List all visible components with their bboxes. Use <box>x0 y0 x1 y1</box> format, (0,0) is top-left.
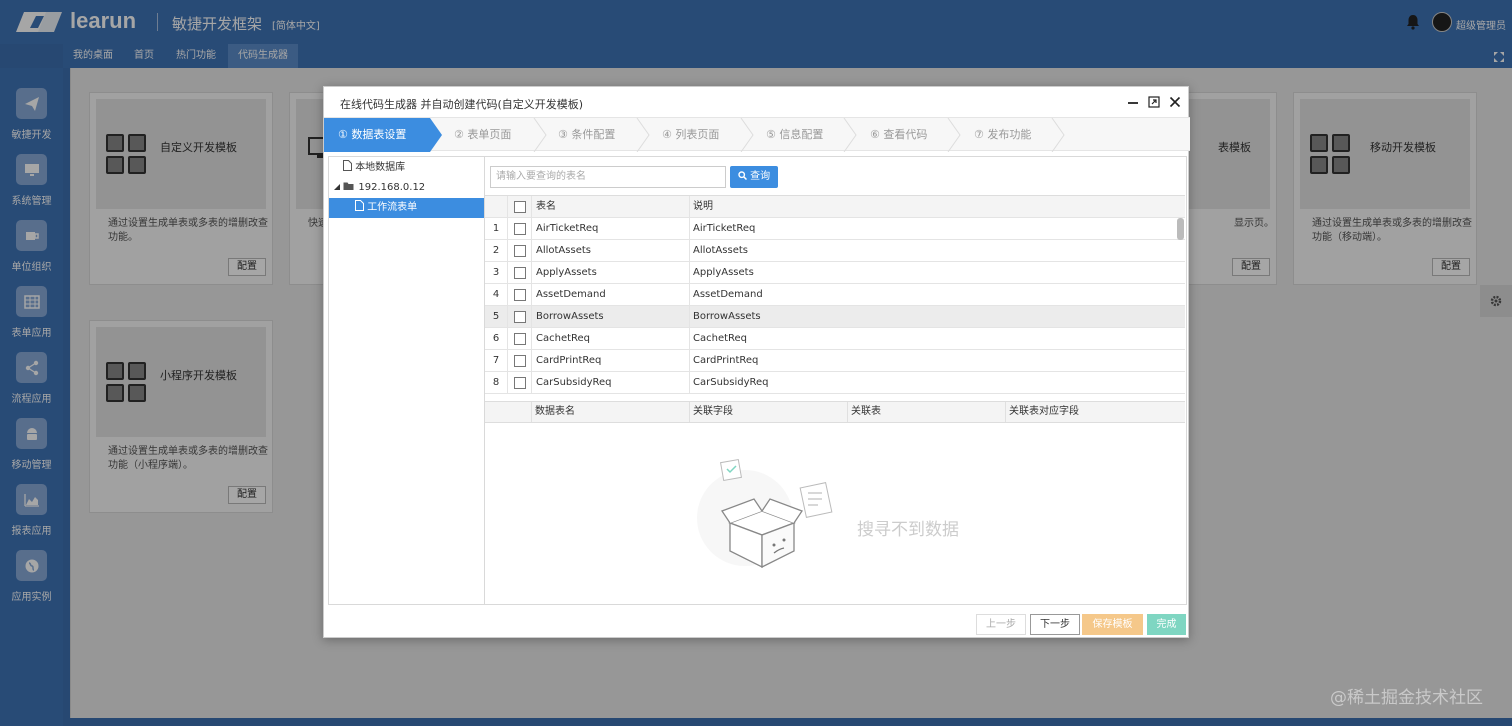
maximize-icon[interactable] <box>1148 96 1160 108</box>
step-info-config[interactable]: ⑤ 信息配置 <box>766 118 823 152</box>
table-grid: 表名 说明 1 AirTicketReq AirTicketReq 2 Allot… <box>485 195 1185 401</box>
select-all-checkbox[interactable] <box>514 201 526 213</box>
table-row[interactable]: 7 CardPrintReq CardPrintReq <box>485 350 1185 372</box>
search-icon <box>738 171 747 181</box>
minimize-icon[interactable] <box>1127 96 1139 108</box>
tree-node-workflow-forms[interactable]: 工作流表单 <box>329 198 484 218</box>
step-form-page[interactable]: ② 表单页面 <box>454 118 511 152</box>
table-row[interactable]: 6 CachetReq CachetReq <box>485 328 1185 350</box>
step-publish[interactable]: ⑦ 发布功能 <box>974 118 1031 152</box>
table-row[interactable]: 2 AllotAssets AllotAssets <box>485 240 1185 262</box>
empty-box-illustration-icon <box>697 458 833 569</box>
search-input[interactable]: 请输入要查询的表名 <box>490 166 726 188</box>
save-template-button[interactable]: 保存模板 <box>1082 614 1143 635</box>
tree-node-local-db[interactable]: 本地数据库 <box>329 158 484 178</box>
file-icon <box>355 200 364 211</box>
row-checkbox[interactable] <box>514 245 526 257</box>
row-checkbox[interactable] <box>514 289 526 301</box>
step-table-settings[interactable]: ① 数据表设置 <box>338 118 406 152</box>
scrollbar[interactable] <box>1177 218 1184 240</box>
caret-down-icon[interactable] <box>334 184 340 190</box>
column-header[interactable]: 关联表 <box>847 402 1005 422</box>
table-row[interactable]: 3 ApplyAssets ApplyAssets <box>485 262 1185 284</box>
close-icon[interactable] <box>1169 96 1181 108</box>
file-icon <box>343 160 352 171</box>
step-view-code[interactable]: ⑥ 查看代码 <box>870 118 927 152</box>
step-list-page[interactable]: ④ 列表页面 <box>662 118 719 152</box>
grid-header: 表名 说明 <box>485 196 1185 218</box>
column-header[interactable]: 表名 <box>531 196 689 218</box>
folder-open-icon <box>343 182 354 190</box>
empty-state-text: 搜寻不到数据 <box>857 520 959 540</box>
database-tree: 本地数据库 192.168.0.12 工作流表单 <box>328 156 485 605</box>
search-button[interactable]: 查询 <box>730 166 778 188</box>
column-header[interactable]: 说明 <box>689 196 1185 218</box>
row-checkbox[interactable] <box>514 377 526 389</box>
row-checkbox[interactable] <box>514 267 526 279</box>
row-checkbox[interactable] <box>514 333 526 345</box>
table-row[interactable]: 5 BorrowAssets BorrowAssets <box>485 306 1185 328</box>
row-checkbox[interactable] <box>514 223 526 235</box>
step-condition-config[interactable]: ③ 条件配置 <box>558 118 615 152</box>
wizard-steps: ① 数据表设置 ② 表单页面 ③ 条件配置 ④ 列表页面 ⑤ 信息配置 ⑥ 查看… <box>324 117 1190 152</box>
tree-node-server[interactable]: 192.168.0.12 <box>329 178 484 198</box>
next-step-button[interactable]: 下一步 <box>1030 614 1080 635</box>
table-row[interactable]: 8 CarSubsidyReq CarSubsidyReq <box>485 372 1185 394</box>
column-header[interactable]: 关联字段 <box>689 402 847 422</box>
dialog-title: 在线代码生成器 并自动创建代码(自定义开发模板) <box>340 98 584 111</box>
watermark: @稀土掘金技术社区 <box>1330 688 1483 708</box>
table-row[interactable]: 4 AssetDemand AssetDemand <box>485 284 1185 306</box>
table-panel: 请输入要查询的表名 查询 表名 说明 1 AirTicketReq AirTick… <box>485 156 1187 605</box>
row-checkbox[interactable] <box>514 311 526 323</box>
prev-step-button[interactable]: 上一步 <box>976 614 1026 635</box>
relation-grid-header: 数据表名 关联字段 关联表 关联表对应字段 <box>485 401 1185 423</box>
code-generator-dialog: 在线代码生成器 并自动创建代码(自定义开发模板) ① 数据表设置 ② 表单页面 … <box>323 86 1190 638</box>
finish-button[interactable]: 完成 <box>1147 614 1186 635</box>
row-checkbox[interactable] <box>514 355 526 367</box>
column-header[interactable]: 数据表名 <box>531 402 689 422</box>
column-header[interactable]: 关联表对应字段 <box>1005 402 1185 422</box>
table-row[interactable]: 1 AirTicketReq AirTicketReq <box>485 218 1185 240</box>
